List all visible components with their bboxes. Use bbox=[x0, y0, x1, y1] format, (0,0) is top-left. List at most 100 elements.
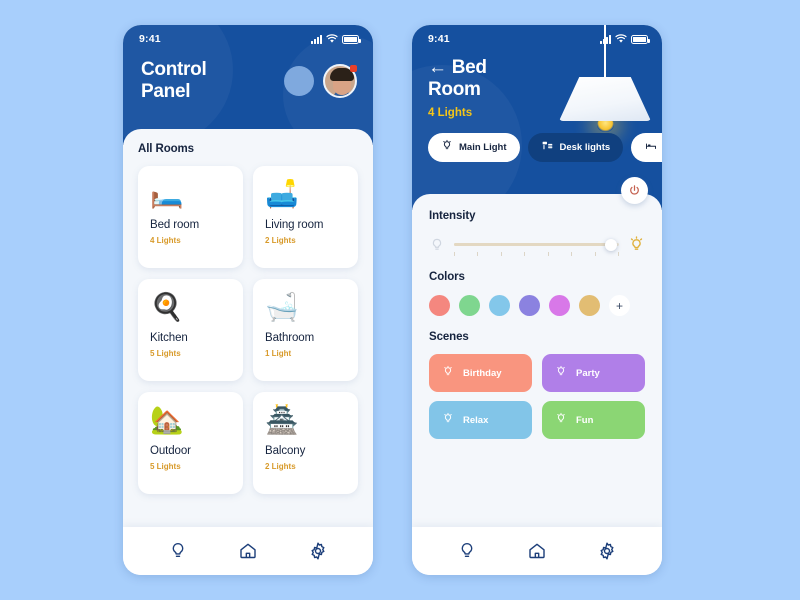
scene-label: Birthday bbox=[463, 367, 502, 379]
bed-room-detail-screen: 9:41 ← Bed Room 4 Lights Main Light Desk… bbox=[412, 25, 662, 575]
intensity-heading: Intensity bbox=[429, 210, 476, 222]
header-actions bbox=[284, 64, 357, 99]
scenes-heading: Scenes bbox=[429, 331, 469, 343]
color-swatch[interactable] bbox=[549, 295, 570, 316]
light-chip[interactable]: Bed bbox=[631, 132, 662, 162]
bathtub-icon: 🛁 bbox=[265, 292, 299, 322]
bulb-icon bbox=[442, 412, 454, 428]
light-chip[interactable]: Main Light bbox=[428, 132, 520, 162]
page-title-line2: Panel bbox=[141, 81, 191, 103]
intensity-slider-fill bbox=[454, 243, 611, 246]
avatar-wrapper[interactable] bbox=[323, 64, 357, 99]
battery-icon bbox=[342, 35, 361, 44]
header-title-row: Control Panel bbox=[123, 53, 373, 104]
room-name: Bathroom bbox=[265, 332, 315, 344]
scene-card[interactable]: Relax bbox=[429, 401, 532, 439]
scene-label: Relax bbox=[463, 414, 489, 426]
room-lights-count: 5 Lights bbox=[150, 462, 181, 471]
wifi-icon bbox=[326, 34, 338, 43]
intensity-slider[interactable] bbox=[454, 238, 619, 256]
scene-card[interactable]: Birthday bbox=[429, 354, 532, 392]
scene-card[interactable]: Fun bbox=[542, 401, 645, 439]
bulb-icon[interactable] bbox=[457, 541, 477, 561]
color-swatch[interactable] bbox=[459, 295, 480, 316]
light-chip-label: Desk lights bbox=[559, 141, 611, 153]
scene-label: Fun bbox=[576, 414, 594, 426]
bulb-icon bbox=[441, 139, 453, 155]
room-name: Living room bbox=[265, 219, 324, 231]
page-title-line1: Control bbox=[141, 59, 207, 80]
gear-icon[interactable] bbox=[597, 541, 617, 561]
color-swatch[interactable] bbox=[489, 295, 510, 316]
page-title: Control Panel bbox=[141, 59, 207, 104]
all-rooms-heading: All Rooms bbox=[138, 143, 194, 155]
bright-bulb-icon bbox=[630, 236, 643, 250]
scene-label: Party bbox=[576, 367, 600, 379]
lamp-cord bbox=[603, 25, 607, 77]
signal-bars-icon bbox=[311, 35, 322, 44]
room-card[interactable]: 🏡 Outdoor 5 Lights bbox=[138, 392, 243, 494]
power-button[interactable] bbox=[621, 177, 648, 204]
colors-heading: Colors bbox=[429, 271, 465, 283]
color-swatch[interactable] bbox=[579, 295, 600, 316]
light-chip[interactable]: Desk lights bbox=[527, 132, 624, 162]
bottom-nav bbox=[412, 527, 662, 575]
room-lights-count: 2 Lights bbox=[265, 462, 296, 471]
sofa-icon: 🛋️ bbox=[265, 179, 299, 209]
room-lights-count: 4 Lights bbox=[428, 106, 473, 119]
room-title-line1: ← Bed bbox=[428, 57, 532, 79]
color-swatch[interactable] bbox=[519, 295, 540, 316]
kitchen-icon: 🍳 bbox=[150, 292, 184, 322]
left-header: 9:41 Control Panel bbox=[123, 25, 373, 155]
light-chip-label: Main Light bbox=[459, 141, 507, 153]
room-card[interactable]: 🛁 Bathroom 1 Light bbox=[253, 279, 358, 381]
color-swatch-row: + bbox=[429, 295, 645, 316]
intensity-slider-thumb[interactable] bbox=[604, 238, 617, 251]
room-card[interactable]: 🏯 Balcony 2 Lights bbox=[253, 392, 358, 494]
bed-icon: 🛏️ bbox=[150, 179, 184, 209]
room-card[interactable]: 🍳 Kitchen 5 Lights bbox=[138, 279, 243, 381]
home-icon[interactable] bbox=[238, 541, 258, 561]
right-content-sheet: Intensity Colors + Scenes Birthday Party R… bbox=[412, 177, 662, 575]
home-icon[interactable] bbox=[527, 541, 547, 561]
bed-icon bbox=[644, 140, 658, 155]
bulb-icon bbox=[555, 412, 567, 428]
room-name: Kitchen bbox=[150, 332, 188, 344]
room-name: Bed room bbox=[150, 219, 200, 231]
rooms-grid: 🛏️ Bed room 4 Lights 🛋️ Living room 2 Lights 🍳… bbox=[138, 166, 358, 494]
light-chip-row: Main Light Desk lights Bed bbox=[412, 119, 662, 162]
placeholder-circle[interactable] bbox=[284, 66, 314, 97]
status-time: 9:41 bbox=[139, 33, 161, 45]
status-time: 9:41 bbox=[428, 33, 450, 45]
back-arrow-icon[interactable]: ← bbox=[428, 57, 447, 78]
room-card[interactable]: 🛋️ Living room 2 Lights bbox=[253, 166, 358, 268]
scenes-grid: Birthday Party Relax Fun bbox=[429, 354, 645, 439]
room-name: Outdoor bbox=[150, 445, 191, 457]
scene-card[interactable]: Party bbox=[542, 354, 645, 392]
intensity-slider-row[interactable] bbox=[429, 235, 645, 256]
control-panel-screen: 9:41 Control Panel All Rooms 🛏️ Bed room… bbox=[123, 25, 373, 575]
status-bar: 9:41 bbox=[123, 25, 373, 53]
power-icon bbox=[630, 185, 639, 195]
room-title: ← Bed Room bbox=[412, 53, 532, 102]
desk-lamp-icon bbox=[541, 139, 554, 155]
add-color-button[interactable]: + bbox=[609, 295, 630, 316]
room-lights-count: 1 Light bbox=[265, 349, 292, 358]
bulb-icon[interactable] bbox=[168, 541, 188, 561]
left-content-sheet: All Rooms 🛏️ Bed room 4 Lights 🛋️ Living roo… bbox=[123, 129, 373, 575]
house-icon: 🏡 bbox=[150, 405, 184, 435]
room-name: Balcony bbox=[265, 445, 306, 457]
gear-icon[interactable] bbox=[308, 541, 328, 561]
room-title-line2: Room bbox=[428, 79, 481, 101]
color-swatch[interactable] bbox=[429, 295, 450, 316]
bottom-nav bbox=[123, 527, 373, 575]
dim-bulb-icon bbox=[432, 238, 442, 250]
status-icons bbox=[311, 34, 361, 44]
room-lights-count: 4 Lights bbox=[150, 236, 181, 245]
room-lights-count: 2 Lights bbox=[265, 236, 296, 245]
room-card[interactable]: 🛏️ Bed room 4 Lights bbox=[138, 166, 243, 268]
intensity-slider-ticks bbox=[454, 252, 619, 256]
room-title-text: Bed bbox=[451, 57, 487, 78]
bulb-icon bbox=[442, 365, 454, 381]
notification-badge bbox=[350, 65, 357, 73]
